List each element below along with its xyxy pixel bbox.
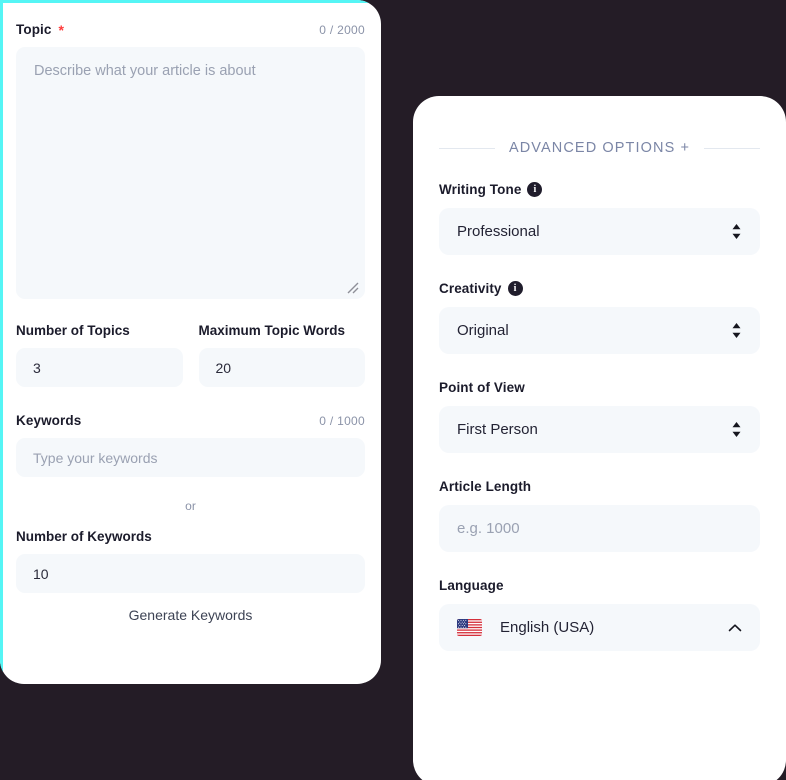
maximum-topic-words-value: 20: [215, 359, 232, 376]
keywords-label: Keywords: [16, 413, 82, 428]
number-of-keywords-field: Number of Keywords 10: [16, 529, 365, 593]
point-of-view-label-group: Point of View: [439, 380, 760, 395]
topic-numeric-row: Number of Topics 3 Maximum Topic Words 2…: [16, 323, 365, 387]
number-of-topics-label: Number of Topics: [16, 323, 130, 338]
point-of-view-select[interactable]: First Person: [439, 406, 760, 453]
up-down-arrows-icon[interactable]: [731, 322, 742, 339]
chevron-up-icon[interactable]: [728, 623, 742, 633]
up-down-arrows-icon[interactable]: [731, 421, 742, 438]
number-of-keywords-value: 10: [33, 565, 49, 582]
creativity-label-group: Creativity i: [439, 281, 760, 296]
number-of-keywords-label: Number of Keywords: [16, 529, 152, 544]
article-length-field: Article Length e.g. 1000: [439, 479, 760, 552]
article-length-input[interactable]: e.g. 1000: [439, 505, 760, 552]
article-length-label: Article Length: [439, 479, 532, 494]
writing-tone-field: Writing Tone i Professional: [439, 182, 760, 255]
number-of-keywords-input[interactable]: 10: [16, 554, 365, 593]
keywords-field: Keywords 0 / 1000 Type your keywords: [16, 413, 365, 477]
point-of-view-field: Point of View First Person: [439, 380, 760, 453]
keywords-character-counter: 0 / 1000: [319, 413, 365, 428]
creativity-label: Creativity: [439, 281, 502, 296]
info-icon[interactable]: i: [527, 182, 543, 197]
required-asterisk-icon: *: [58, 21, 65, 38]
writing-tone-label-group: Writing Tone i: [439, 182, 760, 197]
or-divider: or: [185, 499, 196, 513]
writing-tone-value: Professional: [457, 223, 540, 240]
number-of-topics-input[interactable]: 3: [16, 348, 183, 387]
creativity-field: Creativity i Original: [439, 281, 760, 354]
article-length-label-group: Article Length: [439, 479, 760, 494]
advanced-options-header: ADVANCED OPTIONS +: [439, 140, 761, 156]
language-value: English (USA): [500, 619, 595, 636]
language-select[interactable]: English (USA): [439, 604, 760, 651]
point-of-view-label: Point of View: [439, 380, 525, 395]
header-divider-right: [704, 147, 761, 149]
number-of-topics-value: 3: [33, 359, 41, 376]
info-icon[interactable]: i: [507, 281, 523, 296]
us-flag-icon: [457, 619, 482, 636]
creativity-value: Original: [457, 322, 509, 339]
topic-input-card: Topic * 0 / 2000 Describe what your artic…: [0, 0, 381, 684]
topic-textarea-placeholder: Describe what your article is about: [34, 63, 256, 79]
topic-label-group: Topic *: [16, 22, 64, 37]
generate-keywords-button[interactable]: Generate Keywords: [16, 593, 365, 623]
header-divider-left: [439, 147, 495, 149]
card-accent-top-rail: [0, 0, 381, 3]
topic-label: Topic: [16, 22, 52, 37]
topic-character-counter: 0 / 2000: [319, 22, 365, 37]
keywords-input[interactable]: Type your keywords: [16, 438, 365, 477]
topic-textarea[interactable]: Describe what your article is about: [16, 47, 365, 299]
maximum-topic-words-input[interactable]: 20: [198, 348, 365, 387]
card-accent-left-rail: [0, 0, 3, 684]
resize-grip-icon[interactable]: [345, 280, 359, 294]
language-label-group: Language: [439, 578, 760, 593]
number-of-topics-field: Number of Topics 3: [16, 323, 183, 387]
writing-tone-select[interactable]: Professional: [439, 208, 760, 255]
language-label: Language: [439, 578, 504, 593]
article-length-placeholder: e.g. 1000: [457, 520, 520, 537]
maximum-topic-words-label: Maximum Topic Words: [198, 323, 346, 338]
language-field: Language English (USA): [439, 578, 760, 651]
keywords-label-row: Keywords 0 / 1000: [16, 413, 365, 428]
creativity-select[interactable]: Original: [439, 307, 760, 354]
keywords-placeholder: Type your keywords: [33, 449, 158, 466]
topic-label-row: Topic * 0 / 2000: [16, 22, 365, 37]
advanced-options-card: ADVANCED OPTIONS + Writing Tone i Profes…: [413, 96, 786, 780]
maximum-topic-words-field: Maximum Topic Words 20: [198, 323, 365, 387]
advanced-options-title[interactable]: ADVANCED OPTIONS +: [509, 140, 690, 156]
point-of-view-value: First Person: [457, 421, 538, 438]
up-down-arrows-icon[interactable]: [731, 223, 742, 240]
writing-tone-label: Writing Tone: [439, 182, 522, 197]
